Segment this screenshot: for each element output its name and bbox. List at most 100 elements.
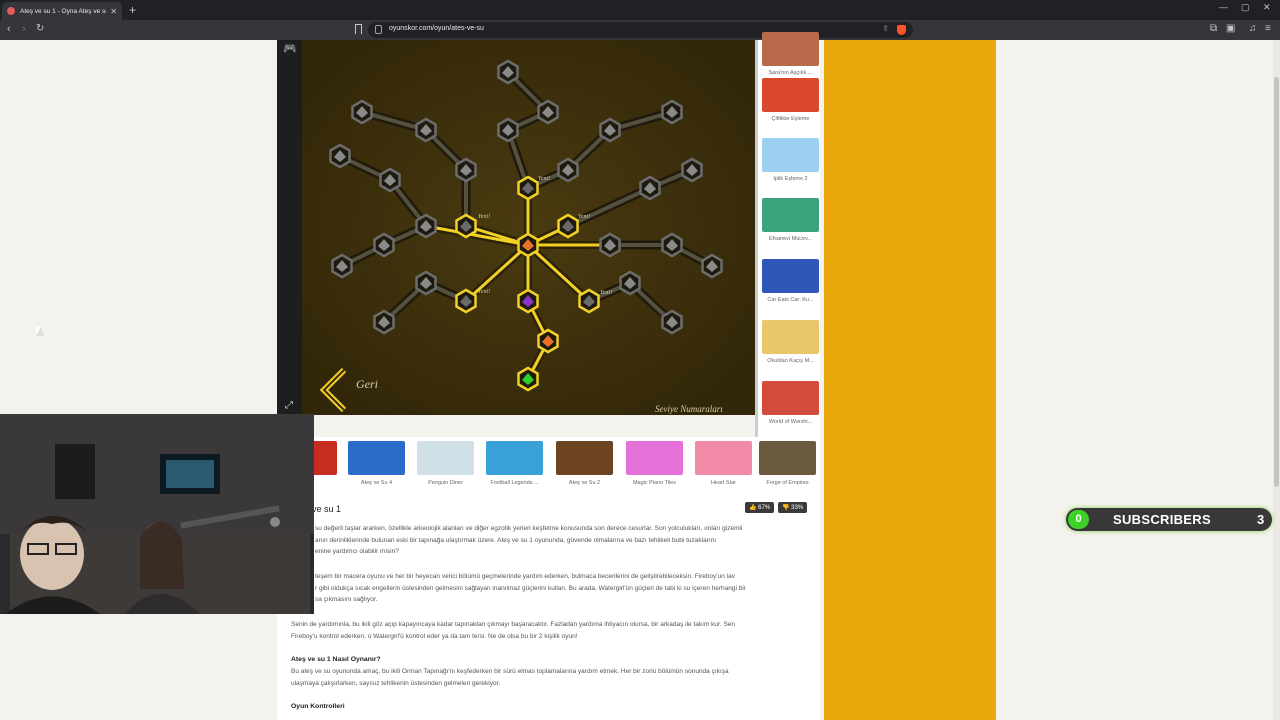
gamepad-icon: 🎮 <box>283 43 297 55</box>
new-level-badge: Yeni! <box>478 214 490 220</box>
new-level-badge: Yeni! <box>478 289 490 295</box>
share-icon[interactable]: ⇪ <box>882 24 889 33</box>
game-title-label[interactable]: Ateş ve Su 4 <box>348 480 405 486</box>
reload-icon[interactable]: ↻ <box>36 23 44 34</box>
game-thumbnail[interactable] <box>762 138 819 172</box>
fullscreen-icon[interactable]: ⤢ <box>285 400 293 411</box>
how-to-play-heading: Ateş ve su 1 Nasıl Oynanır? <box>291 656 381 663</box>
scrollbar-thumb[interactable] <box>1274 77 1279 487</box>
downvote-button[interactable]: 👎 33% <box>778 502 808 513</box>
game-thumbnail[interactable] <box>762 198 819 232</box>
sidebar-game-card[interactable]: Çiftlikte Eşleme <box>762 78 819 122</box>
how-to-play-paragraph: Bu ateş ve su oyununda amaç, bu ikili Or… <box>291 666 811 689</box>
bookmark-icon[interactable] <box>355 24 362 34</box>
game-title-label[interactable]: Ateş ve Su 2 <box>556 480 613 486</box>
game-thumbnail[interactable] <box>762 320 819 354</box>
game-title-label[interactable]: Penguin Diner <box>417 480 474 486</box>
text-line: ulaşmaya çalışırlarken, sayısız tehliken… <box>291 679 501 687</box>
game-title-label[interactable]: Forge of Empires <box>759 480 816 486</box>
text-line: Senin de yardımınla, bu ikili göz açıp k… <box>291 621 736 628</box>
strip-game-card[interactable]: Football Legends ... <box>486 441 543 486</box>
game-thumbnail[interactable] <box>762 78 819 112</box>
game-title-label[interactable]: Çiftlikte Eşleme <box>762 116 819 122</box>
minimize-button[interactable]: — <box>1219 2 1228 12</box>
game-title: ve su 1 <box>312 504 342 514</box>
mouse-cursor-icon <box>36 327 44 336</box>
strip-game-card[interactable]: Ateş ve Su 4 <box>348 441 405 486</box>
strip-game-card[interactable]: Ateş ve Su 2 <box>556 441 613 486</box>
sidebar-game-card[interactable]: Okuldan Kaçış M... <box>762 320 819 364</box>
game-thumbnail[interactable] <box>762 381 819 415</box>
webcam-overlay <box>0 414 314 614</box>
tab-close-icon[interactable]: ✕ <box>110 7 117 16</box>
menu-icon[interactable]: ≡ <box>1265 23 1271 34</box>
level-numbers-toggle[interactable]: Seviye Numaraları <box>655 404 723 414</box>
text-line: anın derinliklerinde bulunan eski bir ta… <box>315 536 717 544</box>
site-favicon-icon <box>7 7 15 15</box>
new-level-badge: Yeni! <box>600 290 612 296</box>
sidebar-game-card[interactable]: Efsanevi Mücev... <box>762 198 819 242</box>
game-title-label[interactable]: Car Eats Car: Ku... <box>762 297 819 303</box>
level-map[interactable]: Yeni! Yeni! Yeni! Yeni! Yeni! Geri Seviye Nu… <box>302 40 755 415</box>
game-thumbnail[interactable] <box>556 441 613 475</box>
sidebar-game-card[interactable]: World of Warshi... <box>762 381 819 425</box>
sidebar-game-card[interactable]: Car Eats Car: Ku... <box>762 259 819 303</box>
strip-game-card[interactable]: Heart Star <box>695 441 752 486</box>
coop-paragraph: Senin de yardımınla, bu ikili göz açıp k… <box>291 619 811 642</box>
sidebar-toggle-icon[interactable]: ▣ <box>1226 23 1235 34</box>
upvote-button[interactable]: 👍 67% <box>745 502 775 513</box>
new-level-badge: Yeni! <box>578 214 590 220</box>
intro-paragraph: su değerli taşlar ararken, özellikle ark… <box>315 523 815 558</box>
extensions-icon[interactable]: ⧉ <box>1210 23 1217 34</box>
text-line: su değerli taşlar ararken, özellikle ark… <box>315 525 743 532</box>
game-title-label[interactable]: Football Legends ... <box>486 480 543 486</box>
brave-shield-icon[interactable] <box>897 25 906 35</box>
window-close-button[interactable]: ✕ <box>1263 2 1271 13</box>
game-thumbnail[interactable] <box>759 441 816 475</box>
new-tab-button[interactable]: + <box>129 3 136 17</box>
game-title-label[interactable]: Magic Piano Tiles <box>626 480 683 486</box>
sidebar-game-card[interactable]: İplik Eşleme 2 <box>762 138 819 182</box>
browser-tab[interactable]: Ateş ve su 1 - Oyna Ateş ve su 1 ✕ <box>2 2 122 20</box>
game-toolbar: 🎮 ⤢ <box>277 40 302 415</box>
lock-icon <box>375 25 382 34</box>
game-title-label[interactable]: World of Warshi... <box>762 419 819 425</box>
game-thumbnail[interactable] <box>417 441 474 475</box>
text-line: r gibi oldukça sıcak engellerin üstesind… <box>315 584 746 592</box>
text-line: sa çıkmasını sağlıyor. <box>315 596 378 604</box>
strip-game-card[interactable]: Magic Piano Tiles <box>626 441 683 486</box>
strip-game-card[interactable]: Forge of Empires <box>759 441 816 486</box>
new-level-badge: Yeni! <box>538 176 550 182</box>
back-label[interactable]: Geri <box>356 377 378 391</box>
powers-paragraph: teşem bir macera oyunu ve her bir heyeca… <box>315 571 815 606</box>
related-games-strip: u 5Ateş ve Su 4Penguin DinerFootball Leg… <box>280 437 820 490</box>
forward-arrow-icon[interactable]: › <box>22 23 26 35</box>
subscriber-label: SUBSCRIBERS <box>1113 512 1211 527</box>
game-title-label[interactable]: İplik Eşleme 2 <box>762 176 819 182</box>
back-arrow-icon[interactable]: ‹ <box>7 23 11 35</box>
strip-game-card[interactable]: Penguin Diner <box>417 441 474 486</box>
game-thumbnail[interactable] <box>695 441 752 475</box>
game-thumbnail[interactable] <box>486 441 543 475</box>
page-scrollbar[interactable] <box>1273 40 1280 720</box>
address-bar[interactable]: oyunskor.com/oyun/ates-ve-su ⇪ <box>368 22 913 38</box>
ad-panel <box>824 40 996 720</box>
maximize-button[interactable]: ▢ <box>1241 2 1250 13</box>
text-line: teşem bir macera oyunu ve her bir heyeca… <box>315 573 735 580</box>
tab-strip: Ateş ve su 1 - Oyna Ateş ve su 1 ✕ + — ▢… <box>0 0 1280 20</box>
game-title-label[interactable]: Efsanevi Mücev... <box>762 236 819 242</box>
game-title-label[interactable]: Heart Star <box>695 480 752 486</box>
game-thumbnail[interactable] <box>626 441 683 475</box>
tab-title: Ateş ve su 1 - Oyna Ateş ve su 1 <box>20 7 107 15</box>
subscriber-count: 0 <box>1068 510 1089 529</box>
game-thumbnail[interactable] <box>348 441 405 475</box>
media-icon[interactable]: ♫ <box>1249 23 1257 34</box>
browser-toolbar: ‹ › ↻ oyunskor.com/oyun/ates-ve-su ⇪ ⧉ ▣… <box>0 20 1280 40</box>
game-canvas[interactable]: Yeni! Yeni! Yeni! Yeni! Yeni! Geri Seviye Nu… <box>302 40 755 415</box>
game-title-label[interactable]: Sara'nın Aşçılık ... <box>762 70 819 76</box>
game-title-label[interactable]: Okuldan Kaçış M... <box>762 358 819 364</box>
url-text: oyunskor.com/oyun/ates-ve-su <box>389 25 484 32</box>
game-thumbnail[interactable] <box>762 32 819 66</box>
game-thumbnail[interactable] <box>762 259 819 293</box>
sidebar-game-card[interactable]: Sara'nın Aşçılık ... <box>762 32 819 76</box>
